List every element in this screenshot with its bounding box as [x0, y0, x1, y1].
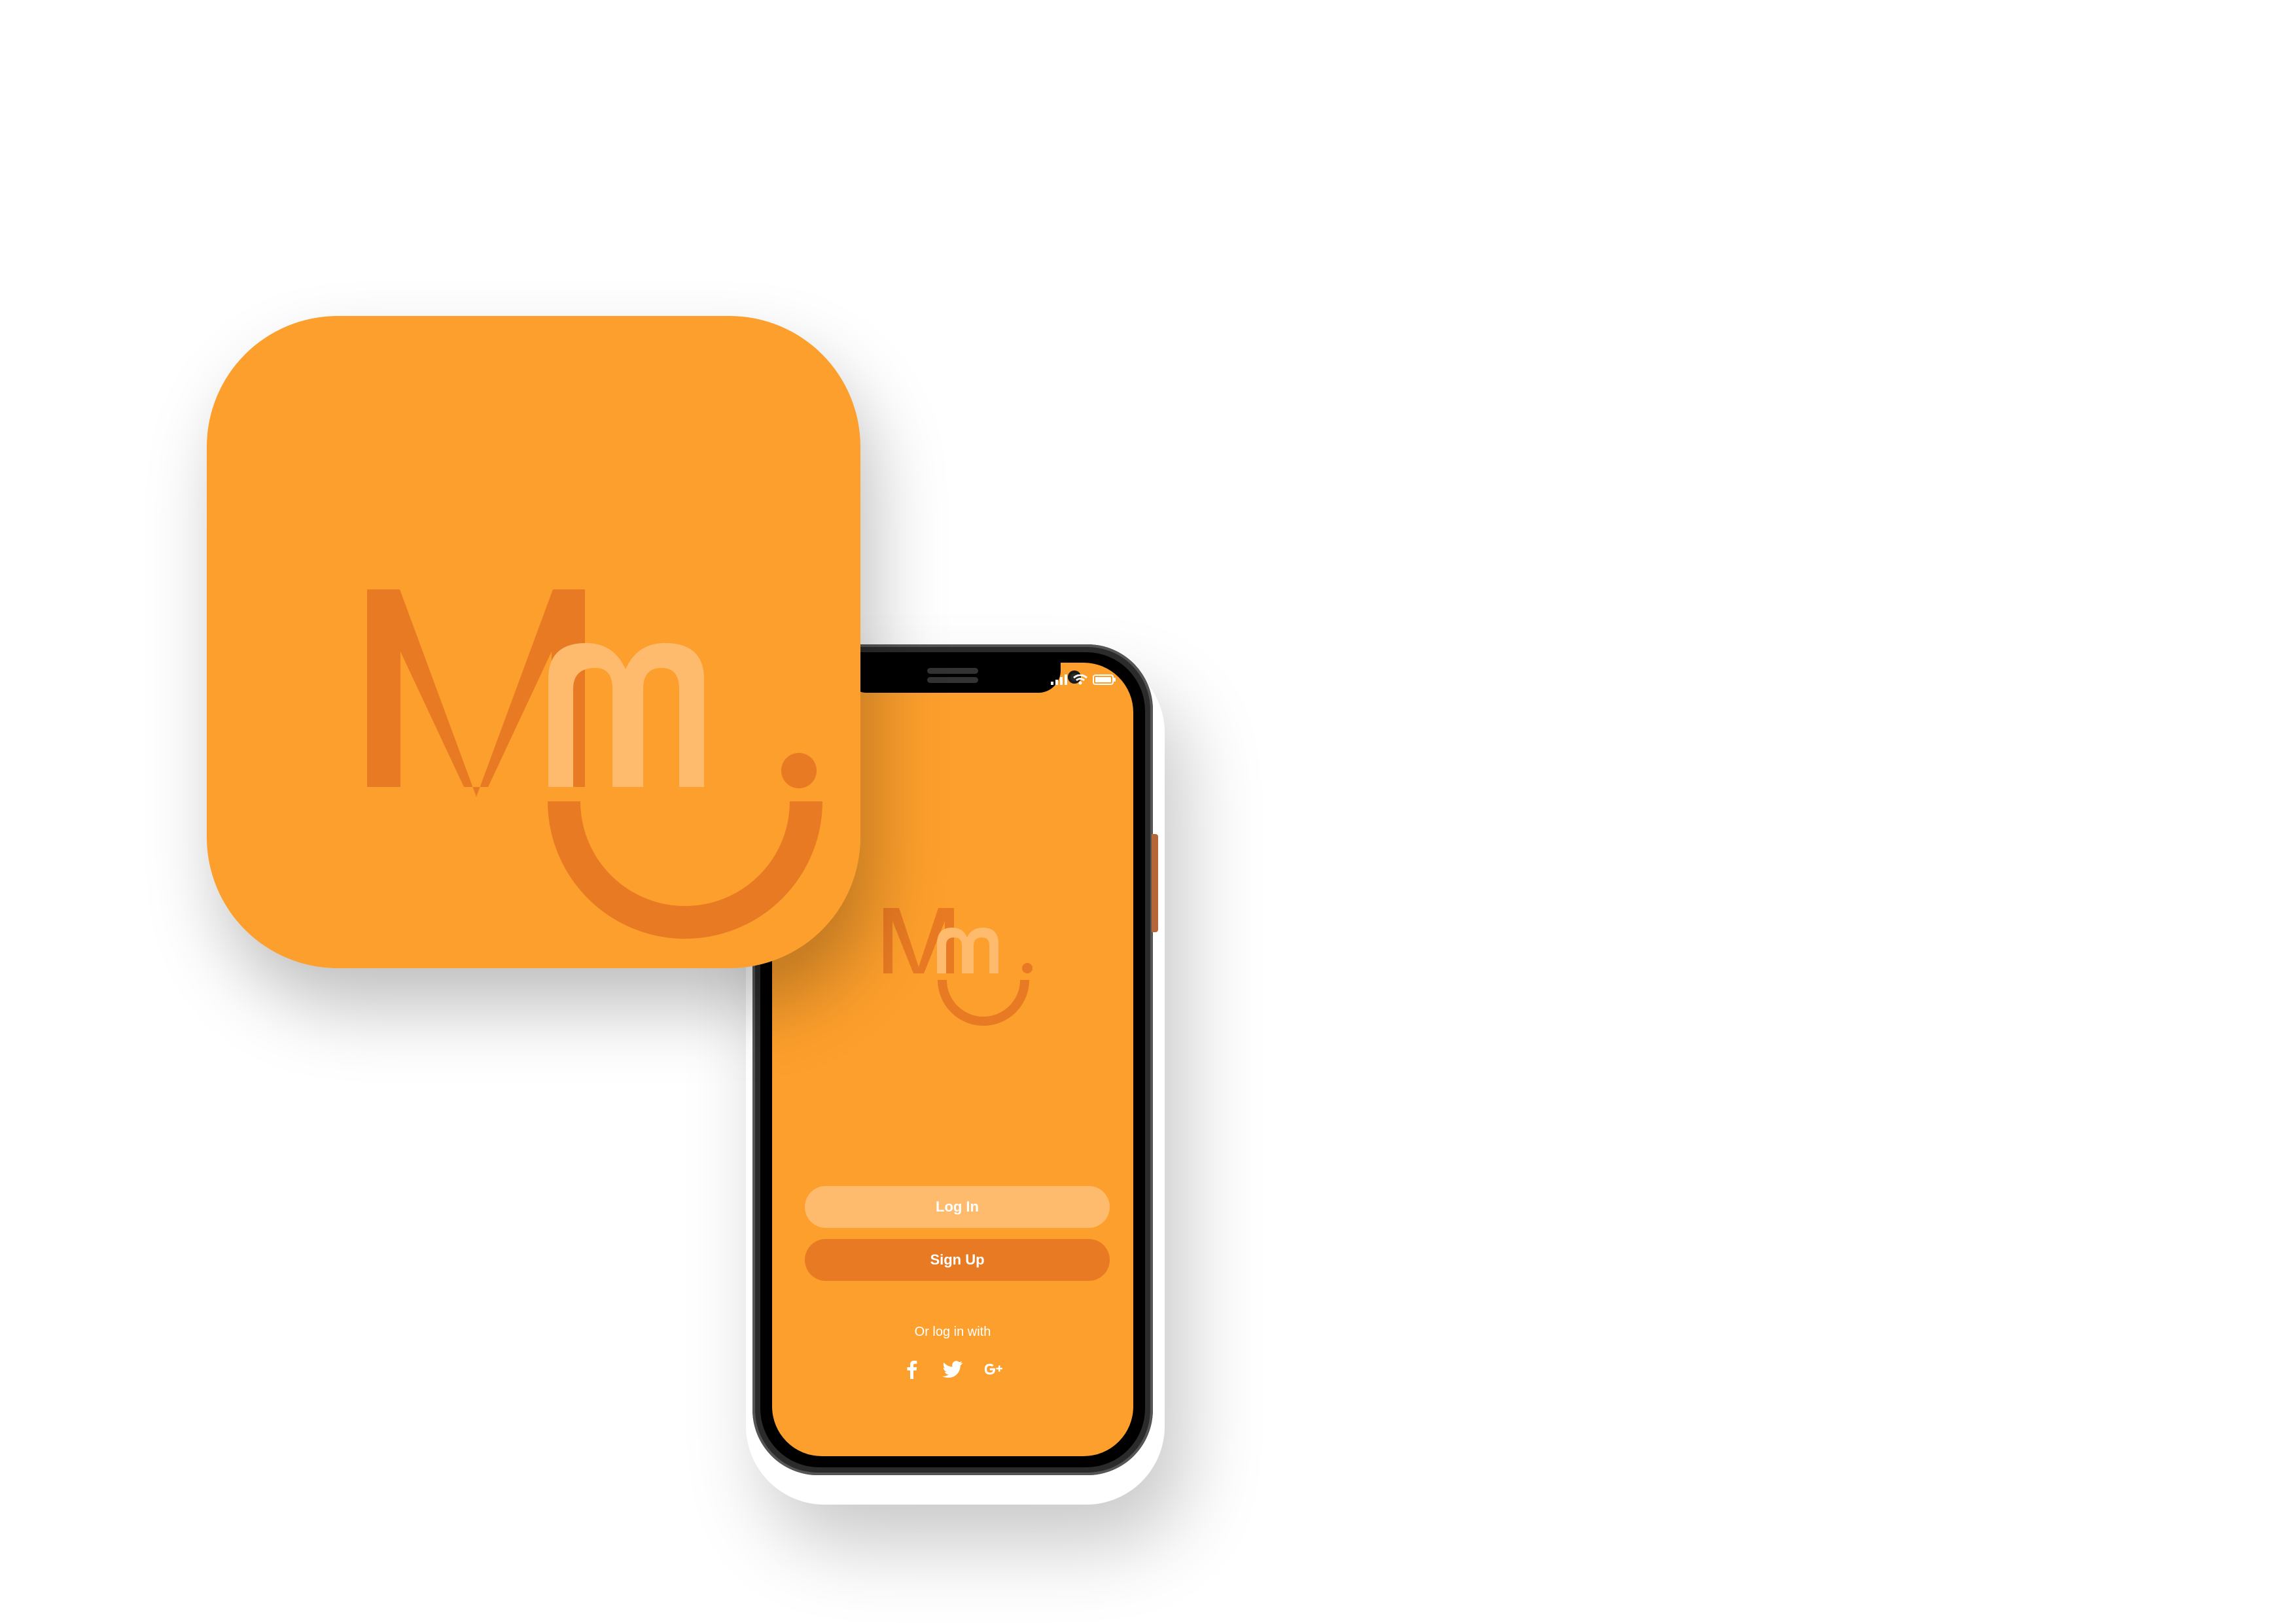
phone-side-button — [1152, 834, 1158, 932]
google-plus-icon[interactable] — [983, 1359, 1004, 1380]
mockup-stage: Log In Sign Up Or log in with — [0, 0, 2296, 1623]
signal-icon — [1051, 674, 1067, 685]
twitter-icon[interactable] — [942, 1359, 963, 1380]
wifi-icon — [1073, 674, 1087, 685]
alt-login-text: Or log in with — [914, 1325, 991, 1339]
login-button[interactable]: Log In — [805, 1186, 1110, 1228]
signup-button[interactable]: Sign Up — [805, 1239, 1110, 1281]
speaker-grille — [927, 668, 978, 674]
mm-logo — [883, 908, 1033, 1026]
mm-smile-logo-icon — [367, 589, 822, 939]
social-login-row — [772, 1359, 1133, 1380]
status-bar — [1051, 674, 1116, 685]
battery-icon — [1093, 674, 1116, 685]
speaker-grille — [927, 677, 978, 683]
facebook-icon[interactable] — [902, 1359, 923, 1380]
phone-notch — [845, 663, 1061, 693]
app-icon — [207, 316, 860, 968]
